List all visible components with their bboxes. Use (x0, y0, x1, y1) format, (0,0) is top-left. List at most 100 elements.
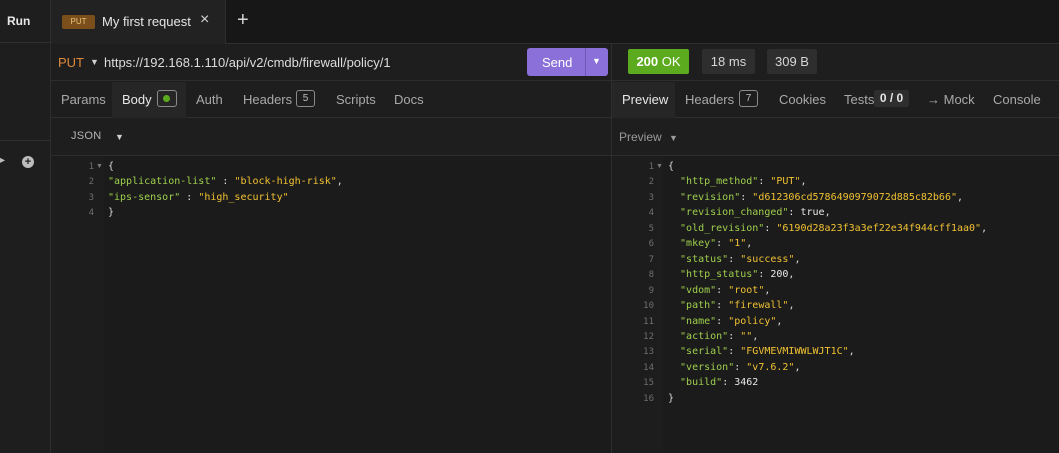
code-line: "old_revision": "6190d28a23f3a3ef22e34f9… (668, 223, 987, 234)
fold-chevron-icon[interactable]: ▼ (656, 163, 663, 170)
code-line: "status": "success", (668, 254, 800, 265)
line-number: 13 (643, 347, 654, 358)
code-token: "root" (728, 284, 765, 296)
code-token: "high_security" (198, 191, 289, 203)
code-token: { (108, 161, 115, 172)
tab-response-headers[interactable]: Headers (685, 92, 734, 107)
send-button-label[interactable]: Send (542, 55, 572, 70)
code-line: "revision": "d612306cd5786490979072d885c… (668, 192, 963, 203)
code-token: , (957, 191, 964, 203)
code-line: "build": 3462 (668, 377, 758, 388)
line-number: 2 (648, 177, 654, 188)
code-token: "status" (668, 253, 729, 265)
caret-down-icon[interactable]: ▼ (669, 133, 678, 143)
tab-cookies[interactable]: Cookies (779, 92, 826, 107)
code-token: : (716, 315, 729, 327)
code-token: : (180, 191, 199, 203)
tab-params[interactable]: Params (61, 92, 106, 107)
body-format-select[interactable]: JSON (71, 130, 102, 142)
sidebar-divider (0, 42, 51, 43)
line-number: 3 (88, 192, 94, 203)
tab-preview[interactable]: Preview (622, 92, 668, 107)
response-line-gutter (612, 156, 663, 453)
code-token: "block-high-risk" (234, 176, 337, 188)
code-line: "http_method": "PUT", (668, 176, 806, 188)
code-token: , (794, 361, 801, 373)
code-line: { (108, 161, 114, 172)
code-line: "serial": "FGVMEVMIWWLWJT1C", (668, 346, 855, 357)
code-token: "v7.6.2" (746, 361, 795, 373)
code-token: "version" (668, 361, 735, 373)
code-line: "version": "v7.6.2", (668, 362, 800, 373)
line-number: 6 (648, 239, 654, 250)
request-line-gutter (51, 156, 104, 453)
code-token: , (764, 284, 771, 296)
close-icon[interactable]: × (200, 11, 209, 29)
code-line: "mkey": "1", (668, 238, 752, 249)
code-line: "vdom": "root", (668, 285, 770, 296)
line-number: 1 (88, 162, 94, 172)
code-token: "revision_changed" (668, 207, 789, 219)
line-number: 8 (648, 270, 654, 281)
tab-tests[interactable]: Tests (844, 92, 874, 107)
code-token: { (668, 161, 675, 172)
status-code: 200 (636, 54, 659, 69)
chevron-right-icon[interactable]: ▸ (0, 155, 5, 166)
code-token: "firewall" (728, 300, 789, 312)
code-token: "6190d28a23f3a3ef22e34f944cff1aa0" (776, 222, 982, 234)
tab-title[interactable]: My first request (102, 14, 191, 29)
response-headers-count-badge: 7 (739, 90, 758, 107)
method-select[interactable]: PUT (58, 55, 84, 70)
add-circle-icon[interactable]: + (22, 156, 34, 168)
tests-count-badge: 0 / 0 (874, 90, 909, 107)
code-token: "policy" (728, 315, 777, 327)
run-button[interactable]: Run (7, 14, 30, 28)
code-token: "1" (728, 238, 747, 250)
response-size-badge: 309 B (767, 49, 817, 74)
line-number: 12 (643, 331, 654, 342)
line-number: 14 (643, 362, 654, 373)
code-token: "ips-sensor" (108, 191, 181, 203)
line-number: 4 (648, 208, 654, 219)
tab-auth[interactable]: Auth (196, 92, 223, 107)
code-token: , (788, 300, 795, 312)
tab-headers[interactable]: Headers (243, 92, 292, 107)
caret-down-icon[interactable]: ▼ (115, 132, 124, 142)
code-token: , (981, 222, 988, 234)
send-divider (585, 48, 586, 76)
code-token: , (336, 176, 343, 188)
code-token: : (740, 191, 753, 203)
caret-down-icon[interactable]: ▼ (90, 57, 99, 67)
code-token: "success" (740, 253, 795, 265)
code-token: "serial" (668, 346, 729, 358)
code-token: "vdom" (668, 284, 717, 296)
code-token: , (788, 269, 795, 281)
preview-mode-select[interactable]: Preview (619, 130, 662, 144)
tab-docs[interactable]: Docs (394, 92, 424, 107)
caret-down-icon[interactable]: ▼ (592, 56, 601, 66)
code-token: true (800, 207, 825, 219)
code-token: 3462 (734, 377, 759, 389)
line-number: 10 (643, 301, 654, 312)
code-token: "FGVMEVMIWWLWJT1C" (740, 346, 849, 358)
new-tab-plus-icon[interactable]: + (237, 9, 249, 32)
fold-chevron-icon[interactable]: ▼ (96, 163, 103, 170)
status-code-badge: 200 OK (628, 49, 689, 74)
line-number: 15 (643, 378, 654, 389)
code-line: } (668, 393, 674, 404)
code-line: "action": "", (668, 331, 758, 342)
tab-body[interactable]: Body (122, 92, 152, 107)
url-input[interactable] (104, 53, 514, 71)
code-token: "http_method" (668, 176, 759, 188)
code-token: "revision" (668, 191, 741, 203)
tab-scripts[interactable]: Scripts (336, 92, 376, 107)
code-token: "PUT" (770, 176, 801, 188)
line-number: 4 (88, 207, 94, 218)
body-format-bar (51, 118, 611, 156)
code-token: : (758, 269, 771, 281)
tab-mock[interactable]: → Mock (927, 92, 975, 107)
code-token: , (752, 330, 759, 342)
body-active-dot-icon (163, 95, 170, 102)
code-token: : (788, 207, 801, 219)
tab-console[interactable]: Console (993, 92, 1041, 107)
